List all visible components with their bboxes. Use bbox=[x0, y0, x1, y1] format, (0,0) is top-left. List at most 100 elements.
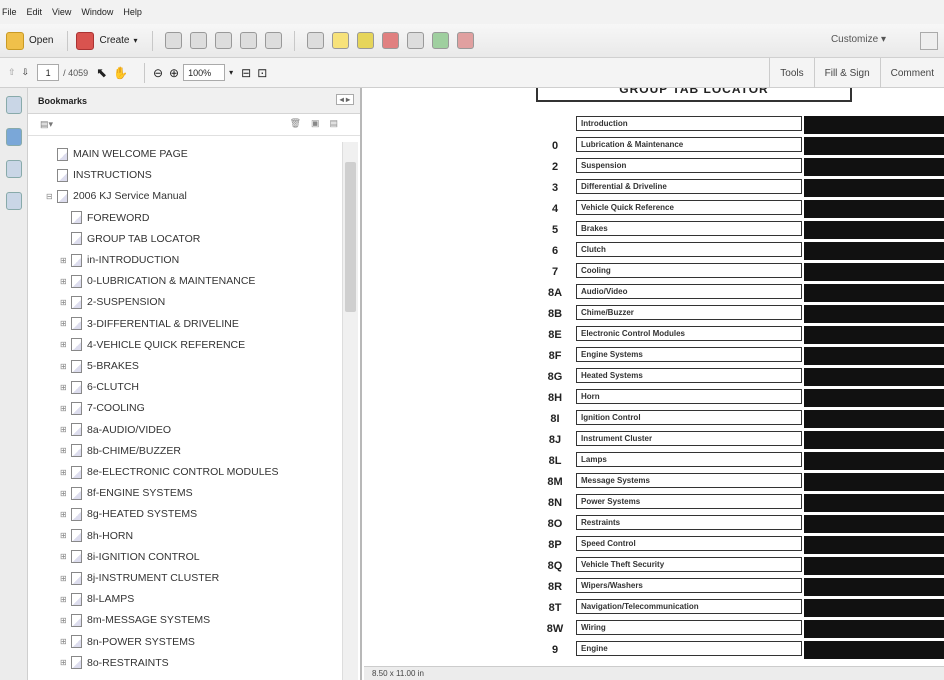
expand-toggle-icon[interactable]: ⊞ bbox=[60, 425, 69, 434]
expand-toggle-icon[interactable]: ⊞ bbox=[60, 658, 69, 667]
highlight-icon[interactable] bbox=[356, 32, 374, 49]
collapse-panel-icon[interactable]: ◂ ▸ bbox=[335, 94, 354, 105]
bookmark-actions-icon[interactable]: 🗑▣▤ bbox=[290, 118, 348, 129]
bookmark-item[interactable]: ⊞ 8o-RESTRAINTS bbox=[60, 653, 169, 673]
bookmark-item[interactable]: ⊞ 8a-AUDIO/VIDEO bbox=[60, 420, 171, 440]
bookmark-item[interactable]: ⊞ 5-BRAKES bbox=[60, 356, 139, 376]
create-label: Create bbox=[99, 35, 130, 46]
bookmark-item[interactable]: ⊞ 8i-IGNITION CONTROL bbox=[60, 547, 200, 567]
stamp-icon[interactable] bbox=[381, 32, 399, 49]
expand-toggle-icon[interactable]: ⊞ bbox=[60, 468, 69, 477]
bookmark-item[interactable]: ⊞ 8e-ELECTRONIC CONTROL MODULES bbox=[60, 462, 279, 482]
next-page-icon[interactable]: ⇩ bbox=[22, 67, 30, 78]
bookmark-item[interactable]: ⊞ 7-COOLING bbox=[60, 398, 145, 418]
bookmark-item[interactable]: ⊞ 8f-ENGINE SYSTEMS bbox=[60, 483, 193, 503]
page-thumbnail-icon[interactable] bbox=[5, 96, 22, 114]
bookmark-item[interactable]: ⊞ 2-SUSPENSION bbox=[60, 292, 165, 312]
expand-toggle-icon[interactable]: ⊞ bbox=[60, 574, 69, 583]
expand-toggle-icon[interactable]: ⊞ bbox=[60, 298, 69, 307]
expand-toggle-icon[interactable]: ⊞ bbox=[60, 340, 69, 349]
tab-fill-sign[interactable]: Fill & Sign bbox=[813, 58, 880, 88]
prev-page-icon[interactable]: ⇧ bbox=[8, 67, 16, 78]
sign-icon[interactable] bbox=[431, 32, 449, 49]
bookmark-item[interactable]: FOREWORD bbox=[60, 208, 149, 228]
fit-page-icon[interactable]: ⊡ bbox=[257, 66, 267, 80]
menu-view[interactable]: View bbox=[52, 7, 71, 17]
share-icon[interactable] bbox=[456, 32, 474, 49]
chevron-down-icon[interactable]: ▾ bbox=[229, 68, 233, 77]
signature-icon[interactable] bbox=[5, 192, 22, 210]
menu-file[interactable]: File bbox=[2, 7, 17, 17]
expand-toggle-icon[interactable]: ⊞ bbox=[60, 510, 69, 519]
zoom-out-icon[interactable]: ⊖ bbox=[153, 66, 163, 80]
bookmark-label: 8h-HORN bbox=[87, 529, 134, 542]
menu-help[interactable]: Help bbox=[123, 7, 142, 17]
expand-toggle-icon[interactable]: ⊞ bbox=[60, 383, 69, 392]
customize-button[interactable]: Customize ▾ bbox=[831, 34, 886, 45]
expand-icon[interactable] bbox=[920, 32, 938, 50]
expand-toggle-icon[interactable]: ⊞ bbox=[60, 256, 69, 265]
bookmark-item[interactable]: ⊞ 8h-HORN bbox=[60, 526, 133, 546]
expand-toggle-icon[interactable]: ⊞ bbox=[60, 616, 69, 625]
bookmark-item[interactable]: ⊞ 3-DIFFERENTIAL & DRIVELINE bbox=[60, 314, 239, 334]
email-icon[interactable] bbox=[264, 32, 282, 49]
expand-toggle-icon[interactable]: ⊞ bbox=[60, 489, 69, 498]
menu-window[interactable]: Window bbox=[81, 7, 113, 17]
expand-toggle-icon[interactable]: ⊟ bbox=[46, 192, 55, 201]
settings-icon[interactable] bbox=[306, 32, 324, 49]
bookmark-label: 2-SUSPENSION bbox=[87, 296, 166, 309]
edit-icon[interactable] bbox=[239, 32, 257, 49]
bookmark-item[interactable]: ⊞ 8n-POWER SYSTEMS bbox=[60, 632, 195, 652]
zoom-in-icon[interactable]: ⊕ bbox=[169, 66, 179, 80]
tab-code: 4 bbox=[551, 203, 559, 215]
zoom-input[interactable]: 100% bbox=[183, 64, 226, 81]
fit-width-icon[interactable]: ⊟ bbox=[241, 66, 251, 80]
tab-code: 7 bbox=[551, 266, 559, 278]
attachment-icon[interactable] bbox=[5, 160, 22, 178]
open-button[interactable]: Open bbox=[6, 31, 53, 50]
bookmark-item[interactable]: ⊞ 8l-LAMPS bbox=[60, 589, 134, 609]
expand-toggle-icon[interactable]: ⊞ bbox=[60, 404, 69, 413]
bookmarks-scrollbar[interactable] bbox=[342, 142, 358, 680]
print-icon[interactable] bbox=[214, 32, 232, 49]
bookmark-item[interactable]: INSTRUCTIONS bbox=[46, 165, 152, 185]
upload-icon[interactable] bbox=[189, 32, 207, 49]
bookmark-icon[interactable] bbox=[5, 128, 22, 146]
bookmark-item[interactable]: ⊞ 0-LUBRICATION & MAINTENANCE bbox=[60, 271, 255, 291]
bookmark-item[interactable]: ⊞ 6-CLUTCH bbox=[60, 377, 139, 397]
hand-tool-icon[interactable]: ✋ bbox=[113, 66, 128, 80]
bookmark-item[interactable]: ⊞ 4-VEHICLE QUICK REFERENCE bbox=[60, 335, 245, 355]
create-button[interactable]: Create ▾ bbox=[76, 31, 138, 50]
expand-toggle-icon[interactable]: ⊞ bbox=[60, 531, 69, 540]
options-icon[interactable]: ▤▾ bbox=[40, 119, 53, 130]
tab-label: Lamps bbox=[576, 452, 802, 467]
expand-toggle-icon[interactable]: ⊞ bbox=[60, 277, 69, 286]
bookmark-item[interactable]: ⊞ 8g-HEATED SYSTEMS bbox=[60, 504, 197, 524]
tab-tools[interactable]: Tools bbox=[769, 58, 813, 88]
tab-marker bbox=[804, 137, 944, 155]
bookmark-page-icon bbox=[71, 571, 82, 585]
bookmark-item[interactable]: GROUP TAB LOCATOR bbox=[60, 229, 200, 249]
tab-comment[interactable]: Comment bbox=[879, 58, 944, 88]
expand-toggle-icon[interactable]: ⊞ bbox=[60, 637, 69, 646]
expand-toggle-icon[interactable]: ⊞ bbox=[60, 362, 69, 371]
page-number-input[interactable]: 1 bbox=[37, 64, 60, 81]
expand-toggle-icon[interactable]: ⊞ bbox=[60, 552, 69, 561]
bookmark-item[interactable]: ⊟ 2006 KJ Service Manual bbox=[46, 186, 187, 206]
save-icon[interactable] bbox=[164, 32, 182, 49]
attach-icon[interactable] bbox=[406, 32, 424, 49]
comment-icon[interactable] bbox=[331, 32, 349, 49]
expand-toggle-icon[interactable]: ⊞ bbox=[60, 595, 69, 604]
bookmark-item[interactable]: ⊞ 8m-MESSAGE SYSTEMS bbox=[60, 610, 210, 630]
bookmark-label: MAIN WELCOME PAGE bbox=[73, 148, 188, 160]
select-tool-icon[interactable]: ⬉ bbox=[96, 65, 107, 81]
tab-code: 0 bbox=[551, 140, 559, 152]
bookmark-item[interactable]: ⊞ 8j-INSTRUMENT CLUSTER bbox=[60, 568, 219, 588]
bookmark-item[interactable]: ⊞ 8b-CHIME/BUZZER bbox=[60, 441, 181, 461]
scrollbar-thumb[interactable] bbox=[345, 162, 356, 312]
expand-toggle-icon[interactable]: ⊞ bbox=[60, 446, 69, 455]
bookmark-item[interactable]: MAIN WELCOME PAGE bbox=[46, 144, 188, 164]
bookmark-item[interactable]: ⊞ in-INTRODUCTION bbox=[60, 250, 179, 270]
menu-edit[interactable]: Edit bbox=[27, 7, 43, 17]
expand-toggle-icon[interactable]: ⊞ bbox=[60, 319, 69, 328]
